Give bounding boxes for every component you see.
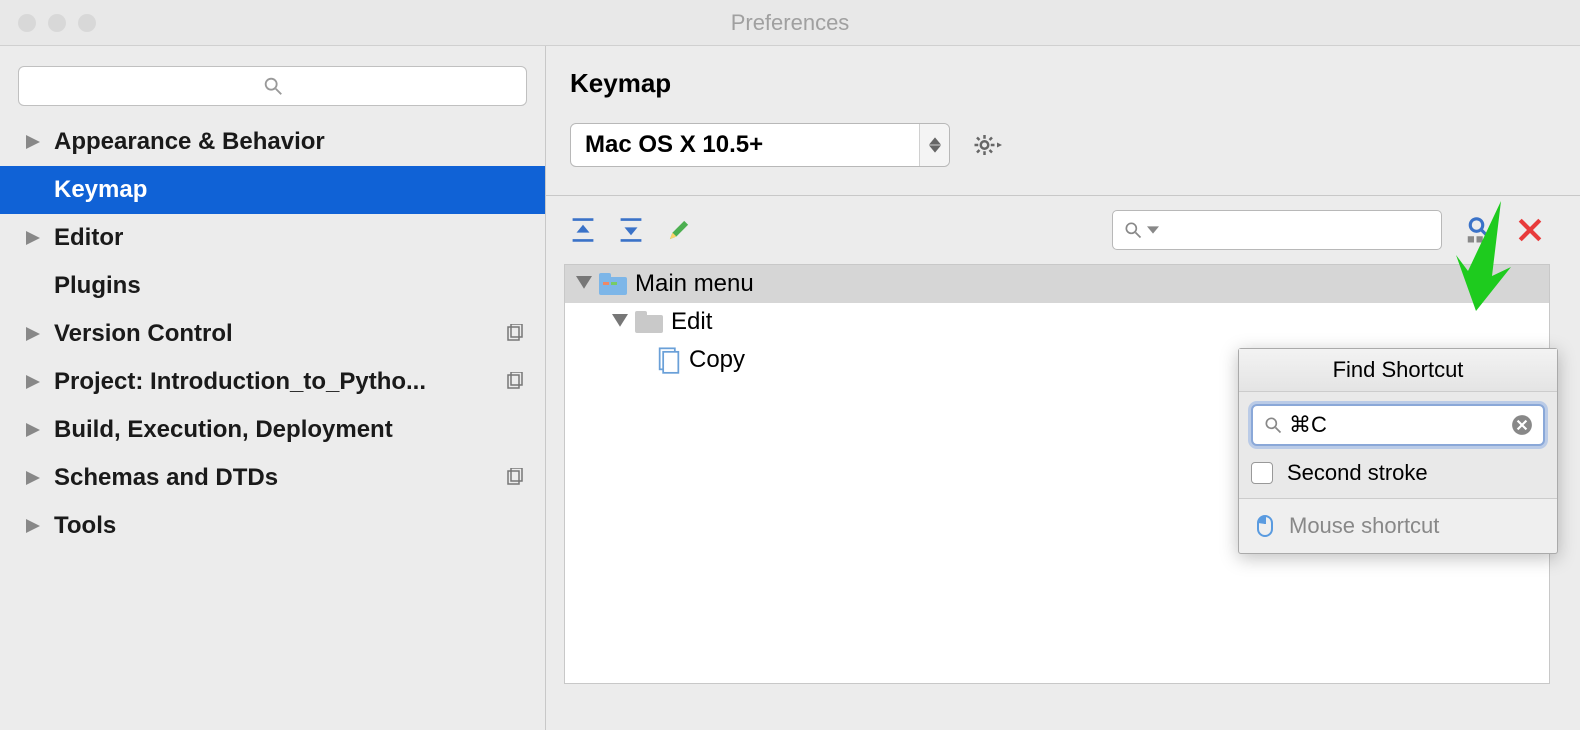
sidebar-item-schemas-dtds[interactable]: Schemas and DTDs [0,454,545,502]
search-icon [262,75,284,97]
tree-label: Main menu [635,270,754,298]
folder-icon [635,311,663,333]
page-title: Keymap [570,68,1550,99]
select-stepper-icon [919,124,949,166]
expand-all-icon [570,217,596,243]
content: Appearance & Behavior Keymap Editor Plug… [0,46,1580,730]
sidebar-item-project[interactable]: Project: Introduction_to_Pytho... [0,358,545,406]
second-stroke-label: Second stroke [1287,460,1428,486]
sidebar-item-version-control[interactable]: Version Control [0,310,545,358]
tree-row-main-menu[interactable]: Main menu [565,265,1549,303]
copy-profile-icon [505,468,525,488]
file-copy-icon [657,346,681,374]
clear-input-icon[interactable] [1511,414,1533,436]
copy-profile-icon [505,372,525,392]
action-search-input[interactable] [1112,210,1442,250]
mouse-shortcut-label: Mouse shortcut [1289,513,1439,539]
chevron-right-icon [24,471,42,485]
tree-row-edit[interactable]: Edit [565,303,1549,341]
sidebar-item-label: Build, Execution, Deployment [54,416,393,444]
edit-shortcut-button[interactable] [666,217,692,243]
sidebar-item-keymap[interactable]: Keymap [0,166,545,214]
chevron-down-icon [609,314,631,330]
find-shortcut-icon [1464,215,1494,245]
chevron-right-icon [24,231,42,245]
tree-label: Edit [671,308,712,336]
copy-profile-icon [505,324,525,344]
chevron-right-icon [24,519,42,533]
sidebar-search-wrap [0,58,545,118]
sidebar-item-label: Schemas and DTDs [54,464,278,492]
keymap-toolbar [564,196,1550,264]
titlebar: Preferences [0,0,1580,46]
chevron-right-icon [24,423,42,437]
sidebar-item-label: Keymap [54,176,147,204]
find-shortcut-popup: Find Shortcut ⌘C Second stroke Mouse sho… [1238,348,1558,554]
sidebar-item-label: Project: Introduction_to_Pytho... [54,368,426,396]
minimize-window-button[interactable] [48,14,66,32]
search-icon [1263,415,1283,435]
chevron-down-icon [1147,224,1159,236]
find-by-shortcut-button[interactable] [1464,215,1494,245]
expand-all-button[interactable] [570,217,596,243]
popup-title: Find Shortcut [1239,349,1557,392]
sidebar-item-tools[interactable]: Tools [0,502,545,550]
tree-label: Copy [689,346,745,374]
sidebar-item-label: Tools [54,512,116,540]
sidebar-item-editor[interactable]: Editor [0,214,545,262]
collapse-all-button[interactable] [618,217,644,243]
search-icon [1123,220,1143,240]
sidebar-item-plugins[interactable]: Plugins [0,262,545,310]
chevron-right-icon [24,327,42,341]
folder-icon [599,273,627,295]
chevron-right-icon [24,375,42,389]
sidebar-item-label: Version Control [54,320,233,348]
sidebar-item-label: Appearance & Behavior [54,128,325,156]
sidebar-item-label: Plugins [54,272,141,300]
clear-search-button[interactable] [1516,216,1544,244]
sidebar: Appearance & Behavior Keymap Editor Plug… [0,46,546,730]
gear-icon [972,130,1002,160]
keymap-select-value: Mac OS X 10.5+ [585,131,763,159]
chevron-down-icon [573,276,595,292]
main-panel: Keymap Mac OS X 10.5+ [546,46,1580,730]
mouse-icon [1253,514,1277,538]
close-icon [1516,216,1544,244]
chevron-right-icon [24,135,42,149]
shortcut-input[interactable]: ⌘C [1251,404,1545,446]
window-title: Preferences [0,10,1580,36]
mouse-shortcut-link[interactable]: Mouse shortcut [1239,499,1557,553]
collapse-all-icon [618,217,644,243]
sidebar-search-input[interactable] [18,66,527,106]
sidebar-item-label: Editor [54,224,123,252]
keymap-actions-button[interactable] [972,130,1002,160]
traffic-lights [0,14,96,32]
second-stroke-checkbox[interactable] [1251,462,1273,484]
sidebar-item-appearance-behavior[interactable]: Appearance & Behavior [0,118,545,166]
zoom-window-button[interactable] [78,14,96,32]
keymap-select[interactable]: Mac OS X 10.5+ [570,123,950,167]
sidebar-item-build-exec-deploy[interactable]: Build, Execution, Deployment [0,406,545,454]
close-window-button[interactable] [18,14,36,32]
pencil-icon [666,217,692,243]
shortcut-value: ⌘C [1289,412,1511,438]
